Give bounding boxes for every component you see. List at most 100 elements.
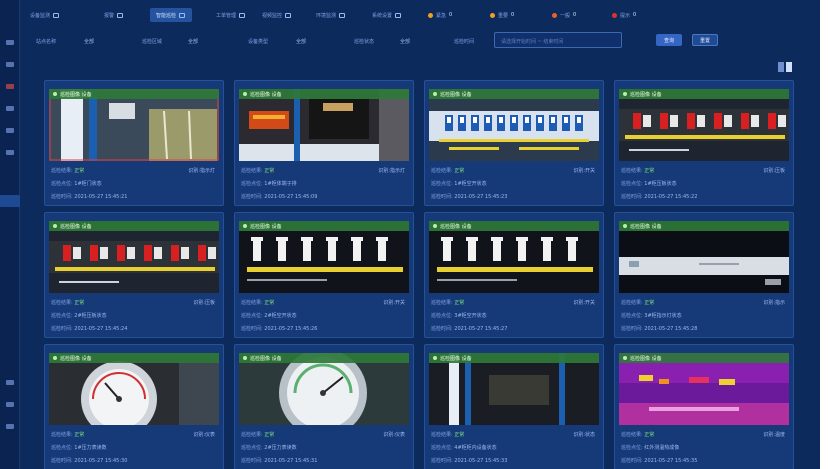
tab-monitor[interactable]: 设备监测 [30, 9, 60, 21]
tag-dot-icon [243, 356, 247, 360]
nav-report-icon[interactable] [6, 128, 14, 133]
status-filter-select[interactable]: 全部 [400, 38, 410, 45]
time-value: 2021-05-27 15:45:23 [454, 194, 508, 200]
nav-alarm-icon[interactable] [6, 84, 14, 89]
point-key: 巡检点位: [431, 181, 453, 187]
nav-inspection-icon[interactable] [0, 195, 20, 207]
inspection-photo [49, 221, 219, 293]
result-key: 巡检结果: [621, 168, 643, 174]
inspection-card[interactable]: 巡检图像 设备 巡检结果: 正常 识别:仪表 巡检点位: 2#压力表读数 巡检时… [234, 344, 414, 469]
inspection-card[interactable]: 巡检图像 设备 巡检结果: 正常 识别:开关 巡检点位: 1#柜空开状态 巡检时… [424, 80, 604, 206]
inspection-card[interactable]: 巡检图像 设备 巡检结果: 正常 识别:压板 巡检点位: 1#柜压板状态 巡检时… [614, 80, 794, 206]
inspection-card[interactable]: 巡检图像 设备 巡检结果: 正常 识别:指示灯 巡检点位: 1#柜门状态 巡检时… [44, 80, 224, 206]
image-tag-text: 巡检图像 设备 [60, 223, 92, 230]
tab-inspection[interactable]: 智能巡检 [156, 9, 186, 21]
nav-help-icon[interactable] [6, 424, 14, 429]
tab-label: 工单管理 [216, 12, 237, 19]
image-tag: 巡检图像 设备 [619, 89, 789, 99]
area-filter-select[interactable]: 全部 [188, 38, 198, 45]
time-value: 2021-05-27 15:45:22 [644, 194, 698, 200]
view-toggle[interactable] [778, 62, 792, 72]
status-badge: 正常 [74, 300, 85, 306]
image-tag: 巡检图像 设备 [49, 353, 219, 363]
env-icon [339, 12, 346, 18]
device-filter-select[interactable]: 全部 [296, 38, 306, 45]
inspection-card[interactable]: 巡检图像 设备 巡检结果: 正常 识别:指示灯 巡检点位: 1#柜体端子排 巡检… [234, 80, 414, 206]
tag-dot-icon [433, 356, 437, 360]
inspection-image[interactable]: 巡检图像 设备 [619, 353, 789, 425]
image-tag-text: 巡检图像 设备 [440, 223, 472, 230]
list-view-icon[interactable] [778, 62, 784, 72]
alert-dot-icon [428, 12, 433, 18]
nav-chart-icon[interactable] [6, 150, 14, 155]
time-value: 2021-05-27 15:45:09 [264, 194, 318, 200]
inspection-image[interactable]: 巡检图像 设备 [239, 221, 409, 293]
status-badge: 正常 [74, 432, 85, 438]
tag-dot-icon [243, 92, 247, 96]
inspection-card[interactable]: 巡检图像 设备 巡检结果: 正常 识别:开关 巡检点位: 2#柜空开状态 巡检时… [234, 212, 414, 338]
alert-urgent[interactable]: 紧急 0 [428, 9, 452, 21]
inspection-image[interactable]: 巡检图像 设备 [619, 221, 789, 293]
recognition-type: 识别:仪表 [193, 432, 215, 438]
recognition-type: 识别:仪表 [383, 432, 405, 438]
result-key: 巡检结果: [241, 168, 263, 174]
inspection-image[interactable]: 巡检图像 设备 [429, 89, 599, 161]
inspection-image[interactable]: 巡检图像 设备 [619, 89, 789, 161]
nav-list-icon[interactable] [6, 106, 14, 111]
time-key: 巡检时间: [431, 194, 453, 200]
time-key: 巡检时间: [621, 326, 643, 332]
tab-orders[interactable]: 工单管理 [216, 9, 246, 21]
tag-dot-icon [53, 224, 57, 228]
nav-home-icon[interactable] [6, 40, 14, 45]
inspection-card[interactable]: 巡检图像 设备 巡检结果: 正常 识别:压板 巡检点位: 2#柜压板状态 巡检时… [44, 212, 224, 338]
result-row: 巡检结果: 正常 识别:开关 [241, 299, 409, 306]
time-value: 2021-05-27 15:45:31 [264, 458, 318, 464]
inspection-card[interactable]: 巡检图像 设备 巡检结果: 正常 识别:仪表 巡检点位: 1#压力表读数 巡检时… [44, 344, 224, 469]
inspection-card[interactable]: 巡检图像 设备 巡检结果: 正常 识别:温度 巡检点位: 红外测温热成像 巡检时… [614, 344, 794, 469]
tab-alarm[interactable]: 报警 [104, 9, 124, 21]
inspection-image[interactable]: 巡检图像 设备 [49, 221, 219, 293]
recognition-type: 识别:指示灯 [378, 168, 405, 174]
grid-view-icon[interactable] [786, 62, 792, 72]
inspection-image[interactable]: 巡检图像 设备 [429, 221, 599, 293]
inspection-card[interactable]: 巡检图像 设备 巡检结果: 正常 识别:状态 巡检点位: 4#柜柜内设备状态 巡… [424, 344, 604, 469]
inspection-card[interactable]: 巡检图像 设备 巡检结果: 正常 识别:指示 巡检点位: 3#柜指示灯状态 巡检… [614, 212, 794, 338]
time-range-input[interactable]: 请选择开始时间 ~ 结束时间 [494, 32, 622, 48]
nav-monitor-icon[interactable] [6, 62, 14, 67]
status-badge: 正常 [454, 432, 465, 438]
inspection-image[interactable]: 巡检图像 设备 [429, 353, 599, 425]
point-value: 2#柜空开状态 [264, 313, 297, 319]
point-key: 巡检点位: [621, 445, 643, 451]
inspection-image[interactable]: 巡检图像 设备 [49, 89, 219, 161]
time-row: 巡检时间: 2021-05-27 15:45:22 [621, 193, 789, 200]
inspection-card[interactable]: 巡检图像 设备 巡检结果: 正常 识别:开关 巡检点位: 3#柜空开状态 巡检时… [424, 212, 604, 338]
inspection-image[interactable]: 巡检图像 设备 [239, 353, 409, 425]
inspection-image[interactable]: 巡检图像 设备 [49, 353, 219, 425]
time-key: 巡检时间: [241, 326, 263, 332]
time-row: 巡检时间: 2021-05-27 15:45:24 [51, 325, 219, 332]
tab-video[interactable]: 视频监控 [262, 9, 292, 21]
nav-user-icon[interactable] [6, 402, 14, 407]
inspection-photo [429, 353, 599, 425]
nav-settings-icon[interactable] [6, 380, 14, 385]
alert-normal[interactable]: 一般 0 [552, 9, 576, 21]
result-key: 巡检结果: [51, 168, 73, 174]
alert-count: 0 [633, 12, 637, 18]
alert-count: 0 [511, 12, 515, 18]
tag-dot-icon [433, 92, 437, 96]
search-button[interactable]: 查询 [656, 34, 682, 46]
alert-hint[interactable]: 提示 0 [612, 9, 636, 21]
tab-settings[interactable]: 系统设置 [372, 9, 402, 21]
tab-label: 环境监测 [316, 12, 337, 19]
time-value: 2021-05-27 15:45:21 [74, 194, 128, 200]
inspection-image[interactable]: 巡检图像 设备 [239, 89, 409, 161]
inspection-photo [429, 89, 599, 161]
inspection-image-grid: 巡检图像 设备 巡检结果: 正常 识别:指示灯 巡检点位: 1#柜门状态 巡检时… [44, 80, 794, 469]
alert-important[interactable]: 重要 0 [490, 9, 514, 21]
image-tag-text: 巡检图像 设备 [250, 223, 282, 230]
tab-environment[interactable]: 环境监测 [316, 9, 346, 21]
time-row: 巡检时间: 2021-05-27 15:45:30 [51, 457, 219, 464]
site-filter-select[interactable]: 全部 [84, 38, 94, 45]
tag-dot-icon [623, 356, 627, 360]
reset-button[interactable]: 重置 [692, 34, 718, 46]
